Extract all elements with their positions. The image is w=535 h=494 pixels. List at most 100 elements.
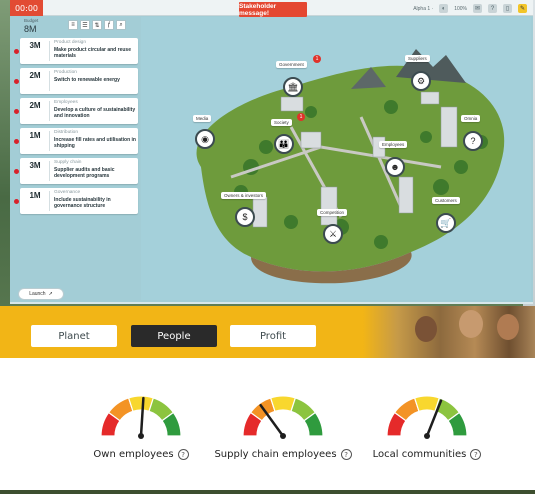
help-icon[interactable]: ? — [488, 4, 497, 13]
media-broadcast-icon[interactable]: ◉ — [195, 129, 215, 149]
gauge-supply-chain-employees: Supply chain employees ? — [208, 392, 358, 460]
gauge-local-communities: Local communities ? — [352, 392, 502, 460]
tool-icon[interactable]: ✎ — [518, 4, 527, 13]
gauge-dial — [100, 395, 182, 439]
card-divider — [49, 191, 50, 211]
top-bar: 00:00 Stakeholder message! Alpha 1 · ◐ 1… — [10, 0, 533, 17]
card-description: Increase fill rates and utilisation in s… — [54, 137, 136, 150]
card-divider — [49, 161, 50, 181]
chat-icon[interactable]: ✉ — [473, 4, 482, 13]
help-icon[interactable]: ? — [177, 449, 189, 460]
employees-person-icon[interactable]: ☻ — [385, 157, 405, 177]
card-category: Governance — [54, 190, 81, 195]
filter-icon[interactable]: ƒ — [104, 20, 114, 30]
card-amount: 2M — [29, 101, 41, 110]
status-dot — [14, 199, 19, 204]
photo-person — [459, 310, 483, 338]
society-people-icon[interactable]: 👪 — [274, 134, 294, 154]
tab-profit[interactable]: Profit — [230, 325, 316, 347]
card-divider — [49, 41, 50, 61]
photo-person — [497, 314, 519, 340]
omnia-question-icon[interactable]: ? — [463, 131, 483, 151]
budget-label: Budget — [24, 18, 39, 23]
card-divider — [49, 101, 50, 121]
media-label[interactable]: Media — [193, 115, 212, 122]
people-photo — [363, 306, 535, 358]
photo-person — [415, 316, 437, 342]
list-view-icon[interactable]: ≡ — [68, 20, 78, 30]
tab-planet[interactable]: Planet — [31, 325, 117, 347]
card-description: Include sustainability in governance str… — [54, 197, 111, 210]
competition-swords-icon[interactable]: ⚔ — [323, 224, 343, 244]
card-description: Supplier audits and basic development pr… — [54, 167, 115, 180]
lock-icon[interactable]: ▯ — [503, 4, 512, 13]
launch-label: Launch — [29, 291, 46, 297]
tab-people[interactable]: People — [131, 325, 217, 347]
gauge-hub — [280, 433, 286, 439]
customers-cart-icon[interactable]: 🛒 — [436, 213, 456, 233]
status-dot — [14, 49, 19, 54]
game-window: 00:00 Stakeholder message! Alpha 1 · ◐ 1… — [10, 0, 533, 304]
owners-money-icon[interactable]: $ — [235, 207, 255, 227]
government-icon[interactable]: 🏛 — [283, 77, 303, 97]
status-dot — [14, 169, 19, 174]
gauge-label: Local communities — [372, 449, 467, 460]
investment-card[interactable]: 3M Product design Make product circular … — [14, 38, 138, 64]
grid-view-icon[interactable]: ☰ — [80, 20, 90, 30]
status-dot — [14, 139, 19, 144]
gauge-label: Own employees — [93, 449, 174, 460]
city-map[interactable]: Government 1 🏛 Suppliers ⚙ Media ◉ Socie… — [141, 17, 531, 300]
zoom-icon[interactable]: ◐ — [439, 4, 449, 13]
customers-label[interactable]: Customers — [432, 197, 460, 204]
island-illustration — [196, 49, 505, 284]
tab-bar: Planet People Profit — [0, 306, 535, 358]
investment-card[interactable]: 1M Governance Include sustainability in … — [14, 188, 138, 214]
government-alert-badge[interactable]: 1 — [313, 55, 321, 63]
card-category: Production — [54, 70, 77, 75]
card-divider — [49, 71, 50, 91]
card-category: Distribution — [54, 130, 78, 135]
card-category: Product design — [54, 40, 86, 45]
card-description: Make product circular and reuse material… — [54, 47, 131, 60]
gauge-own-employees: Own employees ? — [66, 392, 216, 460]
investment-card[interactable]: 2M Production Switch to renewable energy — [14, 68, 138, 94]
zoom-level: 100% — [454, 5, 467, 12]
timer: 00:00 — [10, 0, 43, 16]
help-icon[interactable]: ? — [340, 449, 352, 460]
status-dot — [14, 109, 19, 114]
employees-label[interactable]: Employees — [379, 141, 408, 148]
status-dot — [14, 79, 19, 84]
card-category: Supply chain — [54, 160, 82, 165]
gauge-dial — [386, 395, 468, 439]
society-label[interactable]: Society — [271, 119, 292, 126]
omnia-label[interactable]: Omnia — [461, 115, 481, 122]
budget-value: 8M — [24, 24, 37, 34]
society-alert-badge[interactable]: 1 — [297, 113, 305, 121]
card-description: Develop a culture of sustainability and … — [54, 107, 136, 120]
search-icon[interactable]: ⌕ — [116, 20, 126, 30]
government-label[interactable]: Government — [276, 61, 307, 68]
card-amount: 3M — [29, 161, 41, 170]
user-label[interactable]: Alpha 1 · — [413, 6, 433, 12]
investment-cards: 3M Product design Make product circular … — [14, 38, 140, 218]
card-description: Switch to renewable energy — [54, 77, 120, 83]
help-icon[interactable]: ? — [470, 449, 482, 460]
investment-card[interactable]: 3M Supply chain Supplier audits and basi… — [14, 158, 138, 184]
suppliers-label[interactable]: Suppliers — [405, 55, 430, 62]
rocket-icon: ➚ — [48, 291, 53, 297]
card-divider — [49, 131, 50, 151]
owners-investors-label[interactable]: Owners & investors — [221, 192, 267, 199]
investment-card[interactable]: 1M Distribution Increase fill rates and … — [14, 128, 138, 154]
gauge-hub — [424, 433, 430, 439]
suppliers-gear-icon[interactable]: ⚙ — [411, 71, 431, 91]
stakeholder-panel: Planet People Profit Own employees ? Sup… — [0, 306, 535, 490]
launch-button[interactable]: Launch ➚ — [18, 288, 64, 300]
gauge-dial — [242, 395, 324, 439]
card-amount: 1M — [29, 131, 41, 140]
stakeholder-message-button[interactable]: Stakeholder message! — [239, 2, 307, 17]
sort-icon[interactable]: ⇅ — [92, 20, 102, 30]
investment-card[interactable]: 2M Employees Develop a culture of sustai… — [14, 98, 138, 124]
competition-label[interactable]: Competition — [317, 209, 348, 216]
gauge-hub — [138, 433, 144, 439]
card-category: Employees — [54, 100, 78, 105]
